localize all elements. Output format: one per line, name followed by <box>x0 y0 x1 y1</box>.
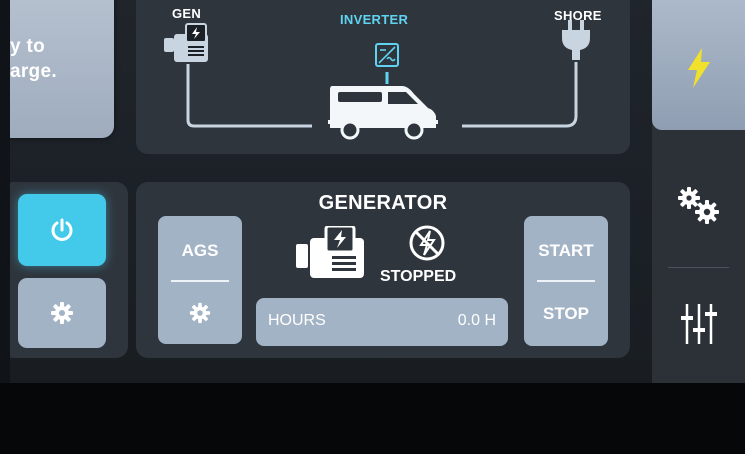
generator-title: GENERATOR <box>318 192 448 214</box>
generator-icon <box>296 226 364 278</box>
ags-button[interactable]: AGS <box>158 216 242 344</box>
message-card: y to arge. <box>10 0 114 138</box>
gear-icon <box>189 302 211 324</box>
start-stop-button[interactable]: START STOP <box>524 216 608 346</box>
start-stop-divider <box>537 280 595 282</box>
screen-bezel-left <box>0 0 10 383</box>
message-line-1: y to <box>10 36 45 57</box>
ags-divider <box>171 280 229 282</box>
screen-bezel-bottom <box>0 383 745 454</box>
generator-icon[interactable] <box>164 23 208 62</box>
settings-button[interactable] <box>18 278 106 348</box>
power-diagram-panel: GEN INVERTER SHORE <box>136 0 630 154</box>
gears-icon[interactable] <box>677 186 721 226</box>
hours-label: HOURS <box>268 312 326 329</box>
right-nav-rail <box>652 0 745 383</box>
hours-value: 0.0 H <box>457 312 496 329</box>
lightning-icon <box>688 48 710 88</box>
no-power-icon <box>409 225 445 261</box>
gen-connection-line <box>186 64 312 128</box>
quick-controls-panel <box>10 182 128 358</box>
start-label: START <box>538 241 594 260</box>
power-flow-diagram <box>164 20 590 140</box>
hours-display: HOURS 0.0 H <box>256 298 508 346</box>
ags-label: AGS <box>181 241 219 260</box>
generator-panel: GENERATOR AGS STOPPED HOURS 0.0 H START … <box>136 182 630 358</box>
stop-label: STOP <box>543 304 589 323</box>
shore-connection-line <box>462 62 578 128</box>
touch-screen: y to arge. GEN INVERTER SHORE GENERATOR … <box>10 0 745 383</box>
power-icon <box>51 218 73 241</box>
generator-status: STOPPED <box>380 268 457 285</box>
gear-icon <box>51 302 73 324</box>
van-icon <box>328 86 438 140</box>
inverter-icon[interactable] <box>375 43 399 67</box>
rail-divider <box>668 267 729 268</box>
sliders-icon[interactable] <box>681 302 717 346</box>
plug-icon[interactable] <box>562 20 590 60</box>
power-button[interactable] <box>18 194 106 266</box>
tab-power[interactable] <box>652 0 745 130</box>
message-line-2: arge. <box>10 61 57 82</box>
